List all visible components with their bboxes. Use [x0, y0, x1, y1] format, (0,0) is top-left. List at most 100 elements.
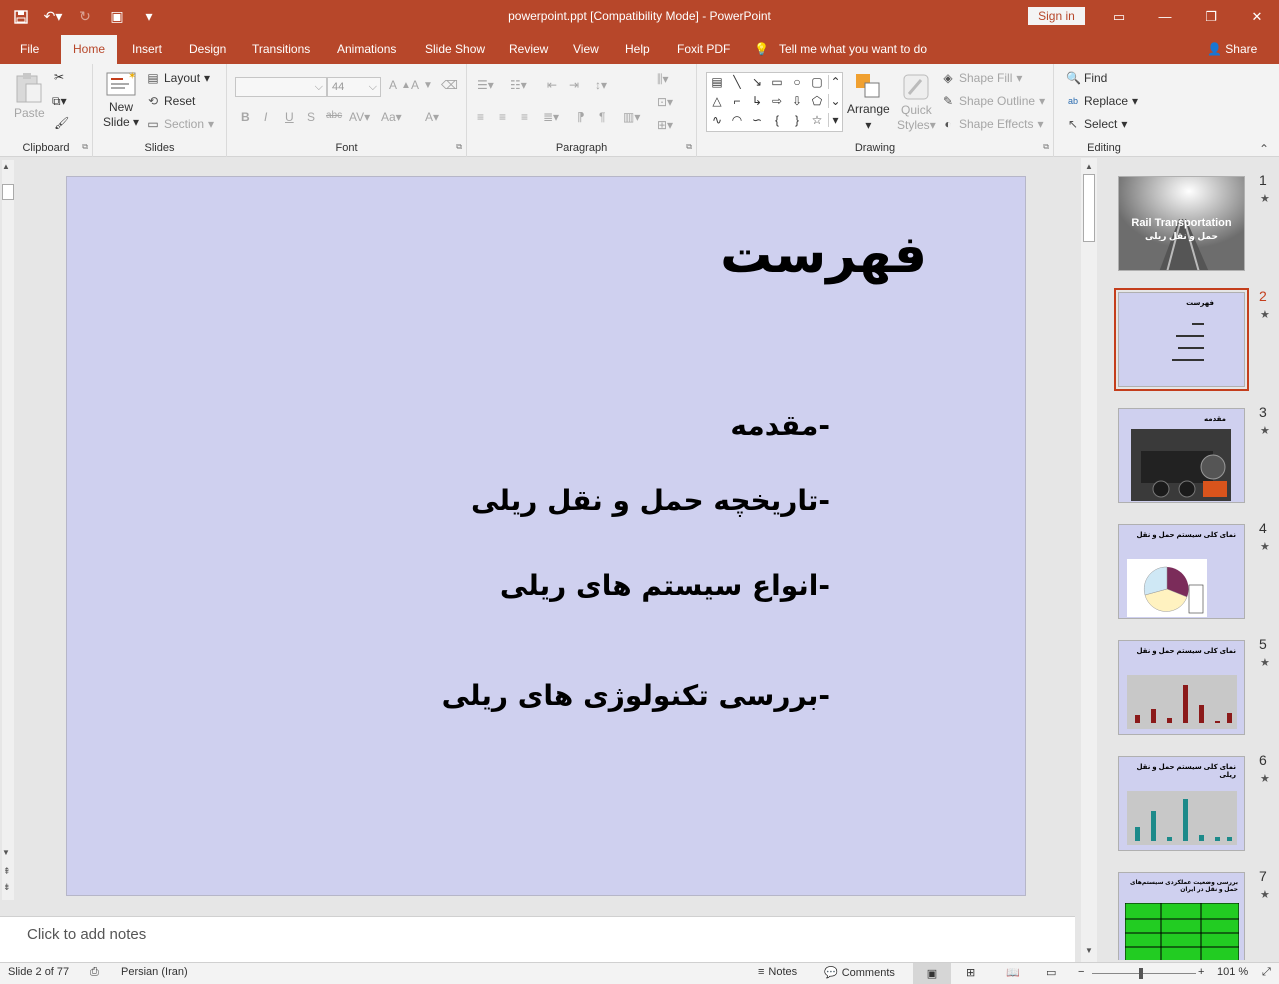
paste-button[interactable]: Paste [14, 72, 45, 120]
italic-icon[interactable]: I [264, 110, 267, 124]
close-icon[interactable]: ✕ [1234, 0, 1279, 33]
align-left-icon[interactable]: ≡ [477, 110, 484, 124]
text-direction-icon[interactable]: ⫼▾ [657, 72, 669, 87]
align-center-icon[interactable]: ≡ [499, 110, 506, 124]
quick-styles-button[interactable]: Quick Styles▾ [897, 72, 936, 132]
bullet-1[interactable]: -مقدمه [730, 409, 830, 442]
right-brace-shape-icon[interactable]: } [790, 113, 804, 127]
maximize-icon[interactable]: ❐ [1188, 0, 1234, 33]
bullet-3[interactable]: -انواع سیستم های ریلی [500, 569, 830, 602]
zoom-in-icon[interactable]: + [1198, 966, 1204, 978]
left-scroll-thumb[interactable] [2, 184, 14, 200]
bold-icon[interactable]: B [241, 110, 250, 124]
zoom-level[interactable]: 101 % [1217, 966, 1248, 978]
share-button[interactable]: 👤 Share [1207, 35, 1257, 64]
bullets-icon[interactable]: ☰▾ [477, 78, 494, 92]
elbow-connector-icon[interactable]: ⌐ [730, 94, 744, 108]
clipboard-launcher-icon[interactable]: ⧉ [82, 142, 88, 152]
line-shape-icon[interactable]: ╲ [730, 75, 744, 89]
normal-view-icon[interactable]: ▣ [913, 963, 951, 984]
clear-formatting-icon[interactable]: ⌫ [441, 78, 458, 92]
find-button[interactable]: 🔍 Find [1066, 71, 1107, 85]
down-arrow-shape-icon[interactable]: ⇩ [790, 94, 804, 108]
next-slide-icon[interactable]: ⇟ [3, 882, 11, 893]
spell-check-icon[interactable]: ⎙ [90, 966, 99, 979]
shape-outline-button[interactable]: ✎ Shape Outline ▾ [941, 94, 1045, 108]
thumbnail-7[interactable]: بررسی وضعیت عملکردی سیستم‌های حمل و نقل … [1118, 872, 1245, 960]
underline-icon[interactable]: U [285, 110, 294, 124]
select-button[interactable]: ↖ Select ▾ [1066, 117, 1127, 131]
slide-canvas[interactable]: فهرست -مقدمه -تاریخچه حمل و نقل ریلی -ان… [66, 176, 1026, 896]
tab-transitions[interactable]: Transitions [252, 35, 310, 64]
font-color-icon[interactable]: A▾ [425, 110, 439, 124]
minimize-icon[interactable]: — [1142, 0, 1188, 33]
sign-in-button[interactable]: Sign in [1028, 7, 1085, 25]
reset-button[interactable]: ⟲ Reset [146, 94, 195, 108]
slide-sorter-icon[interactable]: ⊞ [966, 966, 975, 979]
slide-show-icon[interactable]: ▭ [1046, 966, 1056, 979]
notes-button[interactable]: ≡ Notes [758, 966, 797, 978]
columns-icon[interactable]: ▥▾ [623, 110, 640, 124]
rectangle-shape-icon[interactable]: ▭ [770, 75, 784, 89]
section-button[interactable]: ▭ Section ▾ [146, 117, 214, 131]
notes-pane[interactable]: Click to add notes [0, 916, 1075, 962]
strikethrough-icon[interactable]: abc [326, 110, 342, 121]
copy-icon[interactable]: ⧉▾ [52, 94, 67, 109]
arrow-line-shape-icon[interactable]: ↘ [750, 75, 764, 89]
save-icon[interactable] [8, 5, 34, 29]
new-slide-button[interactable]: ✶ New Slide ▾ [103, 69, 139, 129]
font-launcher-icon[interactable]: ⧉ [456, 142, 462, 152]
start-from-beginning-icon[interactable]: ▣ [104, 5, 130, 29]
character-spacing-icon[interactable]: AV▾ [349, 110, 370, 124]
decrease-font-icon[interactable]: A ▼ [411, 78, 433, 92]
language-indicator[interactable]: Persian (Iran) [121, 966, 188, 978]
customize-qat-icon[interactable]: ▾ [136, 5, 162, 29]
tell-me-search[interactable]: 💡 Tell me what you want to do [754, 35, 927, 64]
freeform-shape-icon[interactable]: ∿ [710, 113, 724, 127]
arrange-button[interactable]: Arrange ▾ [847, 72, 890, 132]
justify-icon[interactable]: ≣▾ [543, 110, 559, 124]
flowchart-shape-icon[interactable]: ⬠ [810, 94, 824, 108]
format-painter-icon[interactable]: 🖌 [54, 116, 69, 130]
convert-smartart-icon[interactable]: ⊞▾ [657, 118, 673, 132]
elbow-arrow-icon[interactable]: ↳ [750, 94, 764, 108]
gallery-more-icon[interactable]: ▾ [828, 113, 842, 127]
rounded-rect-shape-icon[interactable]: ▢ [810, 75, 824, 89]
thumbnail-1[interactable]: Rail Transportation حمل و نقل ریلی [1118, 176, 1245, 271]
replace-button[interactable]: ab Replace ▾ [1066, 94, 1138, 108]
tab-design[interactable]: Design [189, 35, 226, 64]
collapse-ribbon-icon[interactable]: ⌃ [1259, 142, 1269, 156]
increase-indent-icon[interactable]: ⇥ [569, 78, 579, 92]
triangle-shape-icon[interactable]: △ [710, 94, 724, 108]
left-scrollbar[interactable] [2, 160, 14, 900]
zoom-slider-thumb[interactable] [1139, 968, 1143, 979]
zoom-slider[interactable] [1092, 973, 1196, 974]
change-case-icon[interactable]: Aa▾ [381, 110, 402, 124]
comments-button[interactable]: 💬 Comments [824, 966, 895, 980]
shape-effects-button[interactable]: ◐ Shape Effects ▾ [941, 117, 1043, 131]
scroll-up-icon[interactable]: ▲ [2, 162, 10, 171]
slide-scrollbar[interactable]: ▲ ▼ [1081, 158, 1097, 962]
thumbnail-3[interactable]: مقدمه [1118, 408, 1245, 503]
fit-to-window-icon[interactable]: ⤢ [1262, 966, 1271, 979]
curve-shape-icon[interactable]: ∽ [750, 113, 764, 127]
tab-slide-show[interactable]: Slide Show [425, 35, 485, 64]
tab-help[interactable]: Help [625, 35, 650, 64]
left-brace-shape-icon[interactable]: { [770, 113, 784, 127]
align-right-icon[interactable]: ≡ [521, 110, 528, 124]
tab-review[interactable]: Review [509, 35, 548, 64]
slide-scroll-down-icon[interactable]: ▼ [1085, 946, 1093, 955]
thumbnail-6[interactable]: نمای کلی سیستم حمل و نقل ریلی [1118, 756, 1245, 851]
shadow-icon[interactable]: S [307, 110, 315, 124]
ltr-icon[interactable]: ⁋ [577, 110, 585, 124]
arc-shape-icon[interactable]: ◠ [730, 113, 744, 127]
line-spacing-icon[interactable]: ↕▾ [595, 78, 607, 92]
tab-home[interactable]: Home [61, 35, 118, 64]
decrease-indent-icon[interactable]: ⇤ [547, 78, 557, 92]
tab-insert[interactable]: Insert [132, 35, 162, 64]
undo-icon[interactable]: ↶▾ [40, 5, 66, 29]
thumbnail-5[interactable]: نمای کلی سیستم حمل و نقل [1118, 640, 1245, 735]
gallery-up-icon[interactable]: ⌃ [828, 75, 842, 89]
paragraph-launcher-icon[interactable]: ⧉ [686, 142, 692, 152]
oval-shape-icon[interactable]: ○ [790, 75, 804, 89]
